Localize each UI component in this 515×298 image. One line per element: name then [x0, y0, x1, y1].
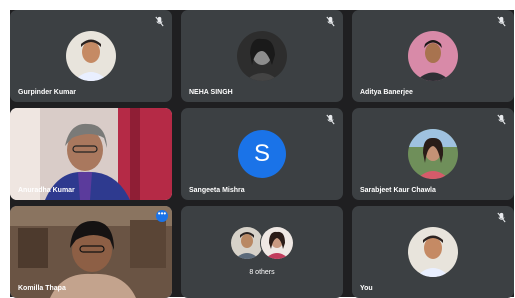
- mic-off-icon: [326, 114, 335, 125]
- participant-name: Anuradha Kumar: [18, 187, 75, 194]
- meeting-grid: Gurpinder Kumar NEHA SINGH Aditya Banerj…: [10, 10, 514, 298]
- participant-tile-neha[interactable]: NEHA SINGH: [181, 10, 343, 102]
- participant-name: Sarabjeet Kaur Chawla: [360, 187, 436, 194]
- mic-off-icon: [497, 114, 506, 125]
- more-options-icon[interactable]: •••: [156, 210, 168, 222]
- others-count-label: 8 others: [249, 269, 275, 276]
- participant-tile-aditya[interactable]: Aditya Banerjee: [352, 10, 514, 102]
- participant-name: NEHA SINGH: [189, 89, 233, 96]
- participant-tile-sangeeta[interactable]: S Sangeeta Mishra: [181, 108, 343, 200]
- participant-tile-you[interactable]: You: [352, 206, 514, 298]
- mic-off-icon: [326, 16, 335, 27]
- participant-tile-komilla[interactable]: ••• Komilla Thapa: [10, 206, 172, 298]
- avatar: [408, 31, 458, 81]
- avatar: [408, 227, 458, 277]
- avatar: [260, 226, 294, 260]
- others-avatars: [230, 226, 294, 260]
- avatar: [237, 31, 287, 81]
- avatar: [408, 129, 458, 179]
- mic-off-icon: [155, 16, 164, 27]
- participant-name: You: [360, 285, 373, 292]
- participant-tile-anuradha[interactable]: Anuradha Kumar: [10, 108, 172, 200]
- mic-off-icon: [497, 16, 506, 27]
- mic-off-icon: [497, 212, 506, 223]
- participant-tile-gurpinder[interactable]: Gurpinder Kumar: [10, 10, 172, 102]
- participant-name: Komilla Thapa: [18, 285, 66, 292]
- avatar: [66, 31, 116, 81]
- avatar: [230, 226, 264, 260]
- participant-name: Aditya Banerjee: [360, 89, 413, 96]
- participant-name: Sangeeta Mishra: [189, 187, 245, 194]
- participant-name: Gurpinder Kumar: [18, 89, 76, 96]
- participant-tile-sarabjeet[interactable]: Sarabjeet Kaur Chawla: [352, 108, 514, 200]
- others-tile[interactable]: 8 others: [181, 206, 343, 298]
- initial-avatar: S: [238, 130, 286, 178]
